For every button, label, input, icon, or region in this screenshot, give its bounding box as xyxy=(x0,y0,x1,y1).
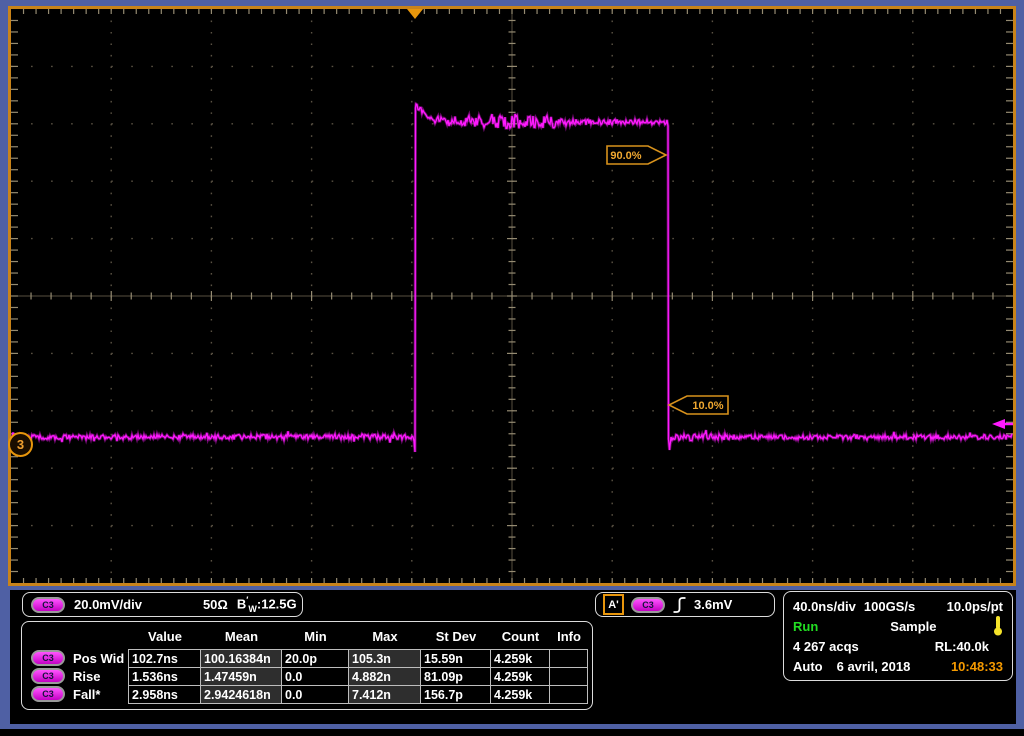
measurement-row[interactable]: C3 Rise 1.536ns1.47459n0.04.882n81.09p4.25… xyxy=(23,667,592,685)
measurement-cell: 2.958ns xyxy=(128,685,201,704)
measurement-label: Rise xyxy=(73,669,100,684)
measurement-table: Value Mean Min Max St Dev Count Info C3 P… xyxy=(21,621,593,710)
trigger-level-readout: 3.6mV xyxy=(694,597,732,612)
waveform-display[interactable]: 90.0% 10.0% 3 xyxy=(8,6,1016,586)
col-header-info: Info xyxy=(550,623,588,649)
sample-rate: 100GS/s xyxy=(864,599,915,614)
trigger-source-badge: C3 xyxy=(631,597,665,613)
trigger-mode: Auto xyxy=(793,659,823,674)
measurement-cell: 4.259k xyxy=(490,685,550,704)
measurement-cell: 2.9424618n xyxy=(200,685,282,704)
channel-badge: C3 xyxy=(31,686,65,702)
trigger-settings-box[interactable]: A' C3 3.6mV xyxy=(595,592,775,617)
col-header-mean: Mean xyxy=(201,623,282,649)
ref-level-90-label: 90.0% xyxy=(610,150,641,162)
measurement-label: Fall* xyxy=(73,687,100,702)
trigger-level-arrow[interactable] xyxy=(992,419,1005,429)
channel-settings-box[interactable]: C3 20.0mV/div 50Ω B′W:12.5G xyxy=(22,592,303,617)
date-readout: 6 avril, 2018 xyxy=(837,659,911,674)
col-header-count: Count xyxy=(491,623,550,649)
measurement-row[interactable]: C3 Pos Wid 102.7ns100.16384n20.0p105.3n15.… xyxy=(23,649,592,667)
measurement-cell: 156.7p xyxy=(420,685,491,704)
col-header-min: Min xyxy=(282,623,349,649)
acquisition-count: 4 267 acqs xyxy=(793,639,859,654)
thermometer-icon xyxy=(993,616,1003,636)
channel-3-position-marker[interactable]: 3 xyxy=(8,432,33,457)
measurement-cell xyxy=(549,667,588,686)
measurement-cell: 105.3n xyxy=(348,649,421,668)
col-header-value: Value xyxy=(129,623,201,649)
input-impedance: 50Ω xyxy=(203,597,228,612)
measurement-cell: 0.0 xyxy=(281,685,349,704)
graticule: 90.0% 10.0% xyxy=(11,9,1013,583)
col-header-max: Max xyxy=(349,623,421,649)
measurement-cell xyxy=(549,685,588,704)
measurement-cell: 15.59n xyxy=(420,649,491,668)
measurement-cell: 81.09p xyxy=(420,667,491,686)
channel-badge: C3 xyxy=(31,650,65,666)
clock-readout: 10:48:33 xyxy=(951,659,1003,674)
bandwidth-readout: B′W:12.5G xyxy=(237,595,297,614)
readout-panel: C3 20.0mV/div 50Ω B′W:12.5G A' C3 3.6mV … xyxy=(10,590,1016,724)
rising-edge-icon xyxy=(672,596,687,614)
oscilloscope-screen: 90.0% 10.0% 3 C3 20.0mV/div 50Ω B′W:12.5G… xyxy=(0,0,1024,736)
measurement-label: Pos Wid xyxy=(73,651,124,666)
measurement-cell: 7.412n xyxy=(348,685,421,704)
col-header-stdev: St Dev xyxy=(421,623,491,649)
measurement-cell: 4.259k xyxy=(490,667,550,686)
measurement-cell xyxy=(549,649,588,668)
record-length: RL:40.0k xyxy=(935,639,989,654)
acquisition-mode: Sample xyxy=(890,619,936,634)
ref-level-10-label: 10.0% xyxy=(692,400,723,412)
sample-resolution: 10.0ps/pt xyxy=(947,599,1003,614)
run-state: Run xyxy=(793,619,818,634)
screen-bottom-border xyxy=(0,729,1024,736)
measurement-cell: 102.7ns xyxy=(128,649,201,668)
measurement-cell: 1.536ns xyxy=(128,667,201,686)
channel-badge: C3 xyxy=(31,597,65,613)
measurement-cell: 0.0 xyxy=(281,667,349,686)
measurement-cell: 100.16384n xyxy=(200,649,282,668)
trigger-position-marker[interactable] xyxy=(407,9,423,19)
trigger-aux-badge: A' xyxy=(603,594,624,615)
measurement-header-row: Value Mean Min Max St Dev Count Info xyxy=(23,623,592,649)
measurement-cell: 4.259k xyxy=(490,649,550,668)
channel-badge: C3 xyxy=(31,668,65,684)
measurement-row[interactable]: C3 Fall* 2.958ns2.9424618n0.07.412n156.7p4… xyxy=(23,685,592,703)
vertical-scale: 20.0mV/div xyxy=(74,597,142,612)
timebase-scale: 40.0ns/div xyxy=(793,599,856,614)
measurement-cell: 1.47459n xyxy=(200,667,282,686)
measurement-cell: 20.0p xyxy=(281,649,349,668)
measurement-cell: 4.882n xyxy=(348,667,421,686)
acquisition-box[interactable]: 40.0ns/div 100GS/s 10.0ps/pt Run Sample … xyxy=(783,591,1013,681)
